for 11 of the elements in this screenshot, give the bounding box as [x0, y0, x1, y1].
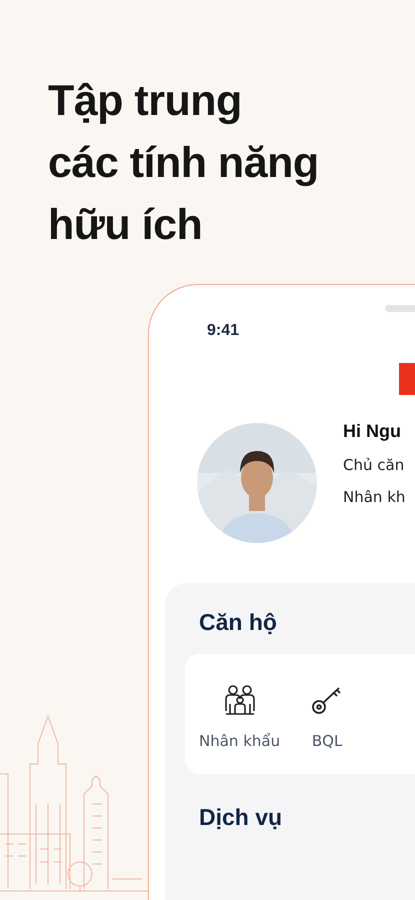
family-icon [222, 684, 257, 716]
headline: Tập trung các tính năng hữu ích [48, 76, 320, 251]
feature-item[interactable]: BQL [310, 684, 344, 750]
section-title: Dịch vụ [199, 804, 284, 831]
greeting-text: Hi Ngu [343, 420, 402, 442]
feature-item[interactable]: Nhân khẩu [199, 684, 280, 750]
section-title: Căn hộ [199, 609, 278, 636]
status-time: 9:41 [207, 322, 240, 340]
profile-info: Nhân kh [343, 488, 406, 506]
profile-info: Chủ căn [343, 456, 406, 474]
notch-pill [385, 305, 415, 312]
